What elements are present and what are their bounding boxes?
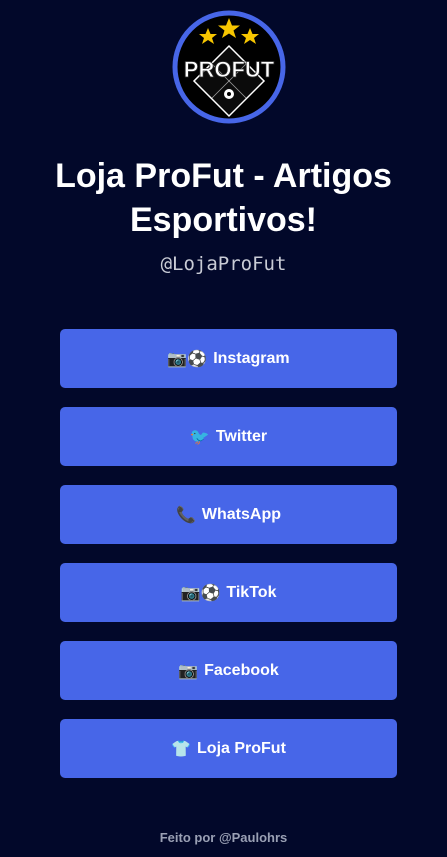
whatsapp-label: WhatsApp <box>201 505 282 523</box>
whatsapp-button[interactable]: 📞 WhatsApp <box>60 485 397 544</box>
facebook-label: Facebook <box>204 661 279 679</box>
logo-text: PROFUT <box>184 57 275 82</box>
link-page: PROFUT Loja ProFut - Artigos Esportivos!… <box>0 0 447 857</box>
facebook-button[interactable]: 📷 Facebook <box>60 641 397 700</box>
page-title: Loja ProFut - Artigos Esportivos! <box>55 157 392 239</box>
loja-profut-button[interactable]: 👕 Loja ProFut <box>60 719 397 778</box>
camera-soccer-icon: 📷⚽ <box>167 348 208 368</box>
tiktok-button[interactable]: 📷⚽ TikTok <box>60 563 397 622</box>
profut-logo: PROFUT <box>172 10 286 124</box>
footer-credit: Feito por @Paulohrs <box>159 830 288 845</box>
camera-icon: 📷 <box>178 660 199 680</box>
tiktok-label: TikTok <box>226 583 277 601</box>
loja-profut-label: Loja ProFut <box>197 739 286 757</box>
camera-soccer-icon: 📷⚽ <box>180 582 221 602</box>
instagram-label: Instagram <box>213 349 290 367</box>
bird-icon: 🐦 <box>189 426 210 446</box>
profile-handle: @LojaProFut <box>160 253 287 275</box>
shirt-icon: 👕 <box>171 738 192 758</box>
twitter-button[interactable]: 🐦 Twitter <box>60 407 397 466</box>
phone-icon: 📞 <box>175 504 196 524</box>
profut-logo-image: PROFUT <box>172 10 286 124</box>
twitter-label: Twitter <box>215 427 268 445</box>
instagram-button[interactable]: 📷⚽ Instagram <box>60 329 397 388</box>
link-list: 📷⚽ Instagram 🐦 Twitter 📞 WhatsApp 📷⚽ Tik… <box>60 329 397 797</box>
